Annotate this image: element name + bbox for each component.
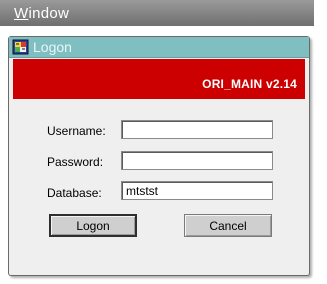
database-label: Database: (47, 186, 102, 200)
menu-window-rest: indow (28, 5, 70, 22)
username-field[interactable] (121, 120, 273, 139)
oracle-forms-icon (12, 38, 29, 55)
password-field[interactable] (121, 151, 273, 170)
dialog-title: Logon (33, 39, 72, 55)
username-label: Username: (47, 124, 106, 138)
menu-window[interactable]: Window (14, 5, 69, 22)
password-label: Password: (47, 155, 104, 169)
logon-dialog: Logon ORI_MAIN v2.14 Username: Password:… (8, 36, 310, 276)
dialog-titlebar[interactable]: Logon (9, 37, 309, 58)
menu-window-mnemonic: W (14, 5, 29, 22)
logon-form: Username: Password: Database: Logon Canc… (13, 99, 305, 271)
database-field[interactable] (121, 181, 273, 200)
cancel-button[interactable]: Cancel (184, 214, 272, 237)
banner-version-text: ORI_MAIN v2.14 (202, 77, 297, 91)
app-banner: ORI_MAIN v2.14 (13, 59, 305, 99)
logon-button[interactable]: Logon (49, 214, 137, 237)
menu-bar: Window (0, 0, 314, 26)
